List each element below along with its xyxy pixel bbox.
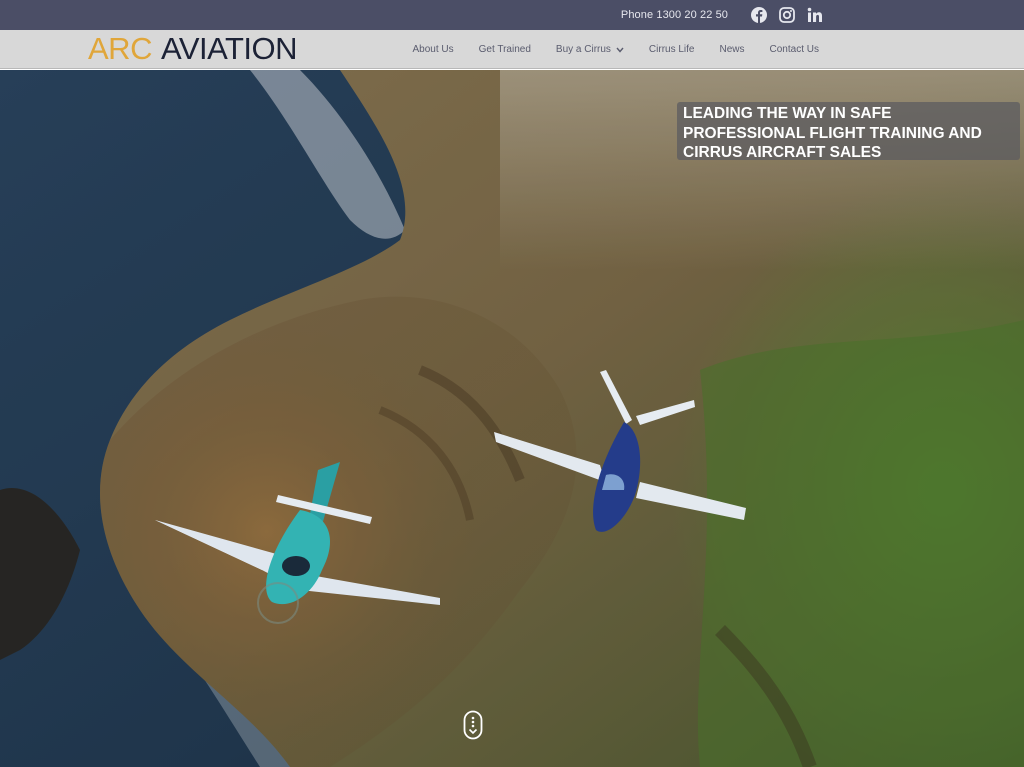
nav-item-get-trained[interactable]: Get Trained <box>479 44 531 55</box>
hero-video-banner: LEADING THE WAY IN SAFE PROFESSIONAL FLI… <box>0 70 1024 767</box>
main-navbar: ARC AVIATION About Us Get Trained Buy a … <box>0 30 1024 69</box>
nav-item-label: Buy a Cirrus <box>555 44 611 55</box>
nav-item-label: News <box>719 44 745 55</box>
logo-arc-text: ARC <box>88 31 152 66</box>
instagram-icon[interactable] <box>778 6 796 24</box>
nav-item-label: About Us <box>412 44 454 55</box>
nav-item-cirrus-life[interactable]: Cirrus Life <box>649 44 695 55</box>
nav-item-label: Contact Us <box>769 44 819 55</box>
nav-item-buy-a-cirrus[interactable]: Buy a Cirrus <box>556 44 624 55</box>
logo-aviation-text: AVIATION <box>160 31 298 66</box>
nav-item-news[interactable]: News <box>720 44 745 55</box>
nav-item-contact-us[interactable]: Contact Us <box>770 44 819 55</box>
nav-item-about-us[interactable]: About Us <box>413 44 454 55</box>
nav-item-label: Get Trained <box>478 44 531 55</box>
phone-number[interactable]: Phone 1300 20 22 50 <box>621 9 728 21</box>
top-bar: Phone 1300 20 22 50 <box>0 0 1024 30</box>
nav-menu: About Us Get Trained Buy a Cirrus Cirrus… <box>400 30 831 69</box>
arc-aviation-logo[interactable]: ARC AVIATION <box>88 31 298 66</box>
aerial-coast-background <box>0 70 1024 767</box>
nav-item-label: Cirrus Life <box>648 44 695 55</box>
scroll-down-icon[interactable] <box>463 710 483 740</box>
linkedin-icon[interactable] <box>806 6 824 24</box>
facebook-icon[interactable] <box>750 6 768 24</box>
chevron-down-icon <box>616 47 624 53</box>
hero-headline: LEADING THE WAY IN SAFE PROFESSIONAL FLI… <box>677 102 1020 161</box>
